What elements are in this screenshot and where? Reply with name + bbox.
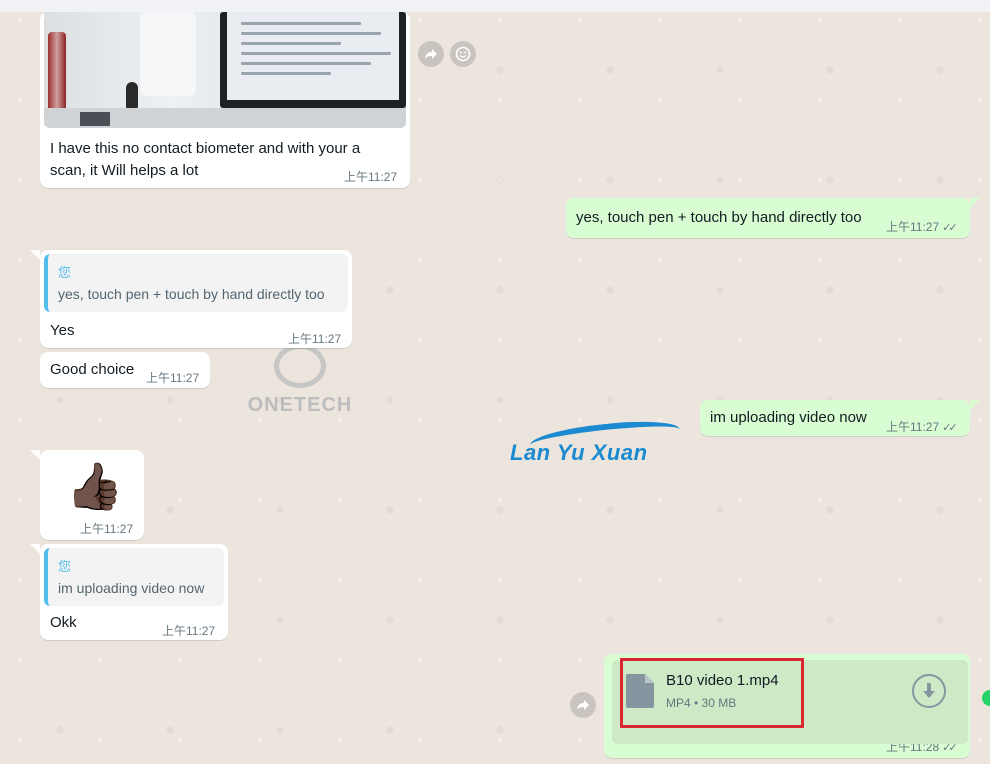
message-text-line2: scan, it Will helps a lot xyxy=(50,162,199,179)
quote-text: yes, touch pen + touch by hand directly … xyxy=(58,286,325,302)
photo-monitor xyxy=(220,12,406,108)
forward-icon[interactable] xyxy=(418,41,444,67)
quote-author: 您 xyxy=(58,265,72,280)
emoji-icon[interactable] xyxy=(450,41,476,67)
download-icon[interactable] xyxy=(912,674,946,708)
quote-author: 您 xyxy=(58,559,72,574)
message-outgoing[interactable]: im uploading video now 上午11:27 ✓✓ xyxy=(700,400,970,436)
message-text: Okk xyxy=(50,614,77,631)
message-text: Yes xyxy=(50,322,75,339)
top-bar xyxy=(0,0,990,12)
read-ticks-icon: ✓✓ xyxy=(942,422,958,434)
message-reply[interactable]: 您 im uploading video now Okk 上午11:27 xyxy=(40,544,228,640)
message-timestamp: 上午11:27 xyxy=(344,170,398,184)
message-incoming[interactable]: Good choice 上午11:27 xyxy=(40,352,210,388)
message-timestamp: 上午11:27 xyxy=(162,624,216,638)
message-emoji[interactable]: 👍🏿 上午11:27 xyxy=(40,450,144,540)
message-timestamp: 上午11:27 xyxy=(80,522,134,536)
message-timestamp: 上午11:27 ✓✓ xyxy=(886,220,958,234)
quoted-message[interactable]: 您 yes, touch pen + touch by hand directl… xyxy=(44,254,348,312)
thumbs-up-emoji: 👍🏿 xyxy=(66,460,124,512)
message-text: Good choice xyxy=(50,361,135,378)
quote-text: im uploading video now xyxy=(58,580,205,596)
quoted-message[interactable]: 您 im uploading video now xyxy=(44,548,224,606)
onetech-watermark: ONETECH xyxy=(238,344,362,417)
scroll-indicator xyxy=(982,690,990,706)
read-ticks-icon: ✓✓ xyxy=(942,222,958,234)
onetech-logo xyxy=(274,344,326,388)
message-photo[interactable] xyxy=(44,12,406,128)
message-outgoing[interactable]: yes, touch pen + touch by hand directly … xyxy=(566,198,970,238)
message-reply[interactable]: 您 yes, touch pen + touch by hand directl… xyxy=(40,250,352,348)
message-text-line1: I have this no contact biometer and with… xyxy=(50,140,361,157)
forward-icon[interactable] xyxy=(570,692,596,718)
lanyuxuan-watermark: Lan Yu Xuan xyxy=(510,416,681,470)
message-timestamp: 上午11:27 xyxy=(288,332,342,346)
photo-biometer-device xyxy=(140,12,196,96)
message-timestamp: 上午11:27 ✓✓ xyxy=(886,420,958,434)
message-image-caption[interactable]: I have this no contact biometer and with… xyxy=(40,12,410,188)
lanyuxuan-watermark-text: Lan Yu Xuan xyxy=(510,440,648,465)
onetech-watermark-text: ONETECH xyxy=(247,394,353,416)
file-highlight-box xyxy=(620,658,804,728)
message-text: yes, touch pen + touch by hand directly … xyxy=(576,209,862,226)
message-text: im uploading video now xyxy=(710,409,867,426)
message-timestamp: 上午11:27 xyxy=(146,371,200,385)
